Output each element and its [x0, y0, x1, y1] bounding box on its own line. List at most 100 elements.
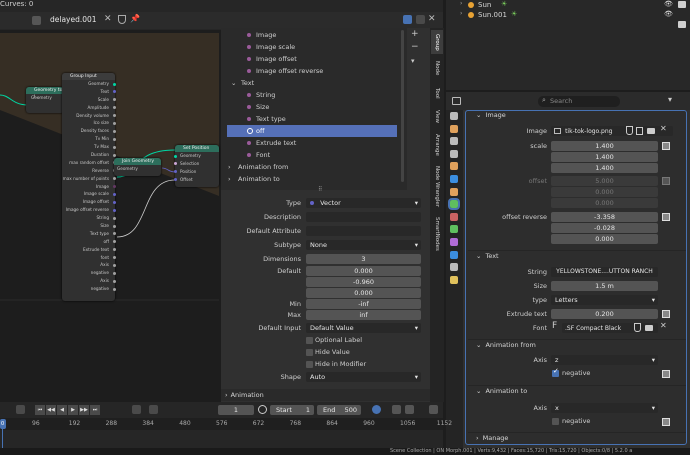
manage-panel-header[interactable]: › Manage: [468, 432, 686, 443]
default-y-field[interactable]: -0.960: [306, 277, 421, 287]
string-input[interactable]: YELLOWSTONE....UTTON RANCH: [551, 267, 658, 277]
interface-tree-item[interactable]: Font: [227, 149, 397, 161]
close-icon[interactable]: ✕: [660, 321, 667, 330]
open-folder-icon[interactable]: [647, 128, 655, 134]
close-icon[interactable]: ✕: [660, 124, 667, 133]
overlay-icon[interactable]: [403, 15, 412, 24]
play-icon[interactable]: ▶: [68, 405, 78, 415]
offset-x-field[interactable]: 5.000: [551, 176, 658, 186]
set-position-node[interactable]: Set Position Geometry Selection Position Of…: [174, 145, 219, 187]
modifier-wrench-icon[interactable]: [448, 198, 460, 211]
interface-tree-item[interactable]: Text type: [227, 113, 397, 125]
scene-icon[interactable]: [450, 162, 458, 171]
axis-from-dropdown[interactable]: z ▾: [551, 355, 658, 365]
socket-dot-icon[interactable]: [113, 121, 116, 125]
scale-y-field[interactable]: 1.400: [551, 152, 658, 162]
interface-tree-item[interactable]: Extrude text: [227, 137, 397, 149]
playback-options-icon[interactable]: [405, 405, 414, 414]
tree-menu-chevron-icon[interactable]: ▾: [411, 57, 415, 65]
stopwatch-icon[interactable]: [258, 405, 267, 414]
marker-icon[interactable]: [149, 405, 158, 414]
socket-dot-icon[interactable]: [113, 279, 116, 283]
world-icon[interactable]: [450, 175, 458, 183]
socket-dot-icon[interactable]: [174, 162, 177, 166]
search-input[interactable]: ⌕ Search: [538, 96, 620, 107]
attribute-toggle-icon[interactable]: [662, 310, 670, 318]
socket-dot-icon[interactable]: [113, 263, 116, 267]
interface-tree-item[interactable]: › Animation to: [227, 173, 397, 185]
socket-dot-icon[interactable]: [113, 192, 116, 196]
sidebar-tab[interactable]: Group: [431, 30, 443, 54]
offset-reverse-z-field[interactable]: 0.000: [551, 234, 658, 244]
material-icon[interactable]: [450, 263, 458, 272]
play-reverse-icon[interactable]: ◀: [57, 405, 67, 415]
sidebar-tab[interactable]: Tool: [431, 82, 443, 104]
expand-arrow-icon[interactable]: ›: [460, 0, 462, 7]
socket-dot-icon[interactable]: [113, 82, 116, 86]
current-frame-field[interactable]: 1: [218, 405, 254, 415]
socket-dot-icon[interactable]: [113, 200, 116, 204]
record-icon[interactable]: [16, 405, 25, 414]
socket-dot-icon[interactable]: [113, 224, 116, 228]
auto-keying-icon[interactable]: [392, 405, 401, 414]
axis-to-dropdown[interactable]: x ▾: [551, 403, 658, 413]
tree-add-icon[interactable]: +: [411, 29, 419, 39]
interface-tree-item[interactable]: String: [227, 89, 397, 101]
render-icon[interactable]: [450, 124, 458, 133]
type-dropdown[interactable]: Vector ▾: [306, 198, 421, 208]
prev-keyframe-icon[interactable]: ◀◀: [46, 405, 56, 415]
default-z-field[interactable]: 0.000: [306, 288, 421, 298]
data-icon[interactable]: [450, 250, 458, 259]
keyframe-diamond-icon[interactable]: [132, 405, 141, 414]
interface-tree-item[interactable]: Image offset reverse: [227, 65, 397, 77]
interface-tree-item[interactable]: off: [227, 125, 397, 137]
node-editor[interactable]: Geometry to I... Geometry Group Input Ge…: [0, 0, 219, 400]
jump-end-icon[interactable]: ⏭: [90, 405, 100, 415]
expand-arrow-icon[interactable]: ›: [460, 10, 462, 17]
keying-icon[interactable]: [372, 405, 381, 414]
onion-icon[interactable]: [429, 405, 438, 414]
socket-dot-icon[interactable]: [174, 170, 177, 174]
sidebar-tab[interactable]: SmartNodes: [431, 214, 443, 254]
socket-dot-icon[interactable]: [113, 287, 116, 291]
animation-from-panel-header[interactable]: ⌄ Animation from: [468, 339, 686, 350]
negative-to-checkbox[interactable]: [552, 418, 559, 425]
sidebar-tab[interactable]: Node: [431, 56, 443, 80]
attribute-toggle-icon[interactable]: [662, 370, 670, 378]
description-input[interactable]: [306, 212, 421, 222]
font-selector[interactable]: .SF Compact Black: [562, 323, 658, 333]
type-dropdown[interactable]: Letters ▾: [551, 295, 658, 305]
next-keyframe-icon[interactable]: ▶▶: [79, 405, 89, 415]
text-panel-header[interactable]: ⌄ Text: [468, 250, 686, 261]
geometry-to-instance-node[interactable]: Geometry to I... Geometry: [26, 87, 64, 113]
fake-user-shield-icon[interactable]: [118, 15, 126, 24]
attribute-toggle-icon[interactable]: [662, 418, 670, 426]
attribute-toggle-icon[interactable]: [662, 142, 670, 150]
join-geometry-node[interactable]: Join Geometry Geometry: [114, 158, 161, 176]
socket-dot-icon[interactable]: [113, 216, 116, 220]
default-x-field[interactable]: 0.000: [306, 266, 421, 276]
node-tree-name[interactable]: delayed.001: [50, 15, 97, 25]
offset-z-field[interactable]: 0.000: [551, 198, 658, 208]
interface-tree-item[interactable]: Size: [227, 101, 397, 113]
scale-z-field[interactable]: 1.400: [551, 163, 658, 173]
close-region-icon[interactable]: ✕: [428, 14, 436, 24]
animation-to-panel-header[interactable]: ⌄ Animation to: [468, 385, 686, 396]
tree-scrollbar[interactable]: [401, 30, 404, 182]
pin-icon[interactable]: 📌: [130, 14, 140, 23]
socket-dot-icon[interactable]: [174, 178, 177, 182]
default-input-dropdown[interactable]: Default Value ▾: [306, 323, 421, 333]
scale-x-field[interactable]: 1.400: [551, 141, 658, 151]
start-frame-field[interactable]: Start 1: [270, 405, 314, 415]
optional-label-checkbox[interactable]: [306, 337, 313, 344]
tool-icon[interactable]: [450, 112, 458, 120]
physics-icon[interactable]: [450, 225, 458, 234]
outliner-row-sun-001[interactable]: › Sun.001 ☀ 👁: [446, 10, 690, 28]
open-folder-icon[interactable]: [645, 325, 653, 331]
particles-icon[interactable]: [450, 212, 458, 221]
animation-panel-header[interactable]: › Animation: [221, 389, 430, 401]
socket-dot-icon[interactable]: [174, 154, 177, 158]
fake-user-shield-icon[interactable]: [626, 126, 633, 135]
interface-tree-item[interactable]: Image: [227, 29, 397, 41]
interface-tree-item[interactable]: Image offset: [227, 53, 397, 65]
